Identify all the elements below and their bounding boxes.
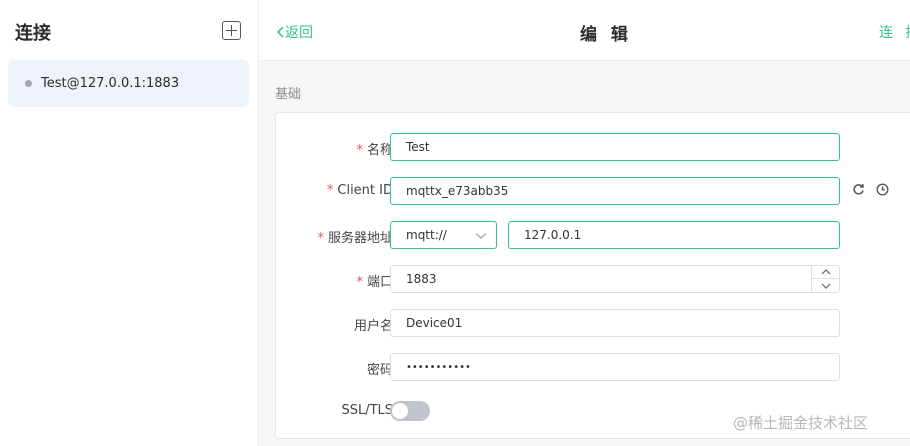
form-row-username: 用户名 Device01: [276, 309, 910, 337]
client-id-label: * Client ID: [327, 183, 393, 198]
host-input[interactable]: 127.0.0.1: [508, 221, 840, 249]
form-row-host: * 服务器地址 mqtt:// 127.0.0.1: [276, 221, 910, 249]
password-input[interactable]: •••••••••••: [390, 353, 840, 381]
watermark: @稀土掘金技术社区: [733, 414, 869, 432]
main-panel: 返回 编 辑 连 接 基础 *名称 Test *Client ID mqttx_…: [260, 0, 910, 446]
increment-button[interactable]: [812, 266, 839, 279]
ssl-label: SSL/TLS: [341, 403, 393, 418]
add-connection-icon[interactable]: [222, 21, 241, 40]
protocol-value: mqtt://: [406, 228, 447, 242]
status-dot-icon: [25, 80, 32, 87]
port-value: 1883: [406, 272, 437, 286]
sidebar-title: 连接: [15, 23, 51, 44]
required-mark: *: [326, 183, 334, 198]
chevron-up-icon: [821, 269, 830, 275]
port-input[interactable]: 1883: [390, 265, 840, 293]
refresh-icon[interactable]: [851, 182, 865, 196]
name-label: * 名称: [356, 139, 393, 158]
clock-icon[interactable]: [875, 182, 889, 196]
connection-item[interactable]: Test@127.0.0.1:1883: [8, 60, 249, 107]
chevron-down-icon: [475, 232, 487, 239]
form-row-name: * 名称 Test: [276, 133, 910, 161]
protocol-select[interactable]: mqtt://: [390, 221, 497, 249]
client-id-input[interactable]: mqttx_e73abb35: [390, 177, 840, 205]
chevron-left-icon: [276, 26, 284, 38]
host-label: * 服务器地址: [317, 227, 393, 246]
form-row-client-id: * Client ID mqttx_e73abb35: [276, 177, 910, 205]
host-label-text: 服务器地址: [327, 231, 393, 246]
form-card: * 名称 Test * Client ID mqttx_e73abb35 * 服务器地…: [275, 112, 910, 439]
topbar: 返回 编 辑 连 接: [260, 0, 910, 61]
required-mark: *: [356, 275, 363, 290]
section-title: 基础: [275, 87, 302, 102]
toggle-knob: [392, 403, 408, 419]
back-button[interactable]: 返回: [276, 22, 313, 42]
username-label: 用户名: [353, 319, 393, 334]
connection-label: Test@127.0.0.1:1883: [41, 76, 180, 91]
page-title: 编 辑: [580, 25, 632, 45]
form-row-port: * 端口 1883: [276, 265, 910, 293]
required-mark: *: [317, 231, 324, 246]
port-stepper: [811, 266, 839, 292]
sidebar: 连接 Test@127.0.0.1:1883: [0, 0, 259, 446]
required-mark: *: [356, 143, 363, 158]
chevron-down-icon: [821, 283, 830, 289]
form-row-password: 密码 •••••••••••: [276, 353, 910, 381]
port-label: * 端口: [356, 271, 393, 290]
client-id-label-text: Client ID: [337, 183, 393, 198]
username-input[interactable]: Device01: [390, 309, 840, 337]
connect-button[interactable]: 连 接: [879, 22, 910, 42]
decrement-button[interactable]: [812, 279, 839, 292]
ssl-toggle[interactable]: [390, 401, 430, 421]
name-input[interactable]: Test: [390, 133, 840, 161]
back-label: 返回: [285, 25, 313, 41]
